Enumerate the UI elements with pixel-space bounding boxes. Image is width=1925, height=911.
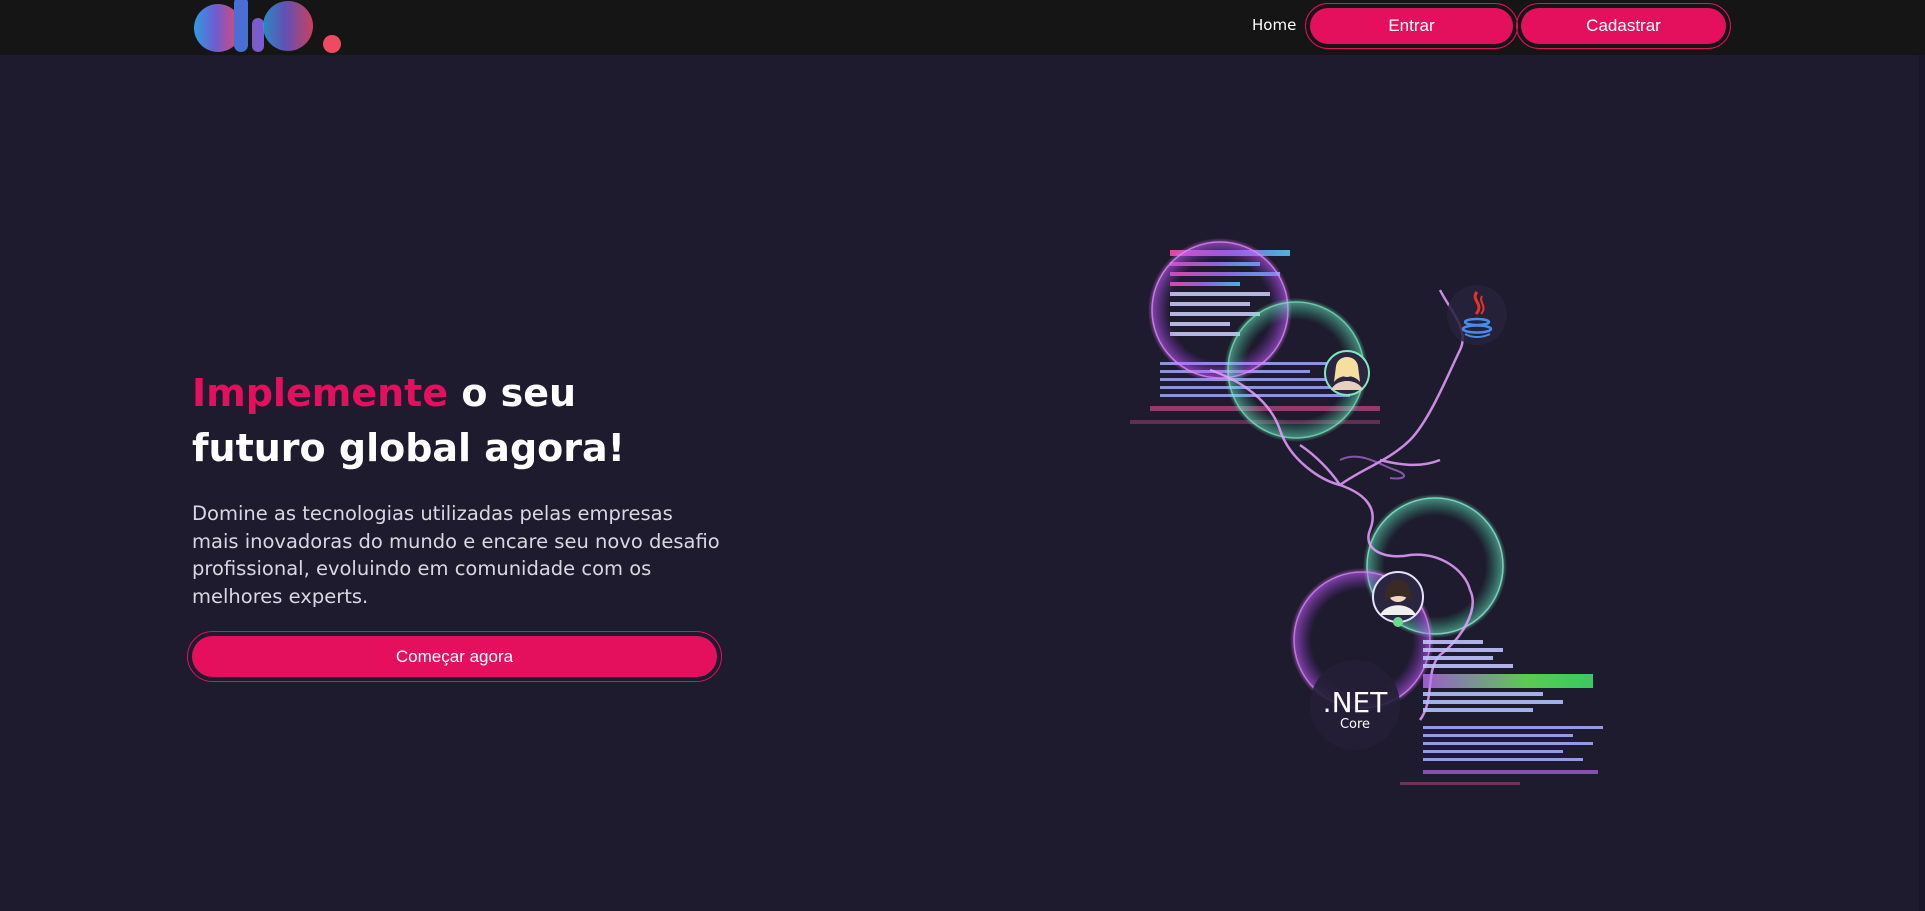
dotnet-label: .NET xyxy=(1323,686,1389,719)
start-now-button[interactable]: Começar agora xyxy=(192,636,717,677)
hero-title-accent: Implemente xyxy=(192,371,449,415)
nav-home-link[interactable]: Home xyxy=(1252,16,1296,34)
hero-title: Implemente o seu futuro global agora! xyxy=(192,366,625,476)
dotnet-core-label: Core xyxy=(1340,717,1370,732)
java-icon xyxy=(1447,285,1507,345)
start-button-wrapper: Começar agora xyxy=(187,631,722,682)
hero-title-rest: o seu xyxy=(448,371,577,415)
hero-title-line2: futuro global agora! xyxy=(192,426,625,470)
page-scrollbar[interactable] xyxy=(1919,55,1925,911)
login-button[interactable]: Entrar xyxy=(1310,8,1513,44)
dotnet-icon: .NET Core xyxy=(1310,660,1400,750)
signup-button[interactable]: Cadastrar xyxy=(1521,8,1726,44)
hero-illustration: .NET Core xyxy=(1130,238,1603,785)
avatar-1 xyxy=(1324,350,1370,396)
top-navigation-bar: Home Entrar Cadastrar xyxy=(0,0,1925,55)
signup-button-wrapper: Cadastrar xyxy=(1516,3,1731,49)
dio-logo[interactable] xyxy=(192,0,342,55)
login-button-wrapper: Entrar xyxy=(1305,3,1518,49)
hero-description: Domine as tecnologias utilizadas pelas e… xyxy=(192,502,720,608)
